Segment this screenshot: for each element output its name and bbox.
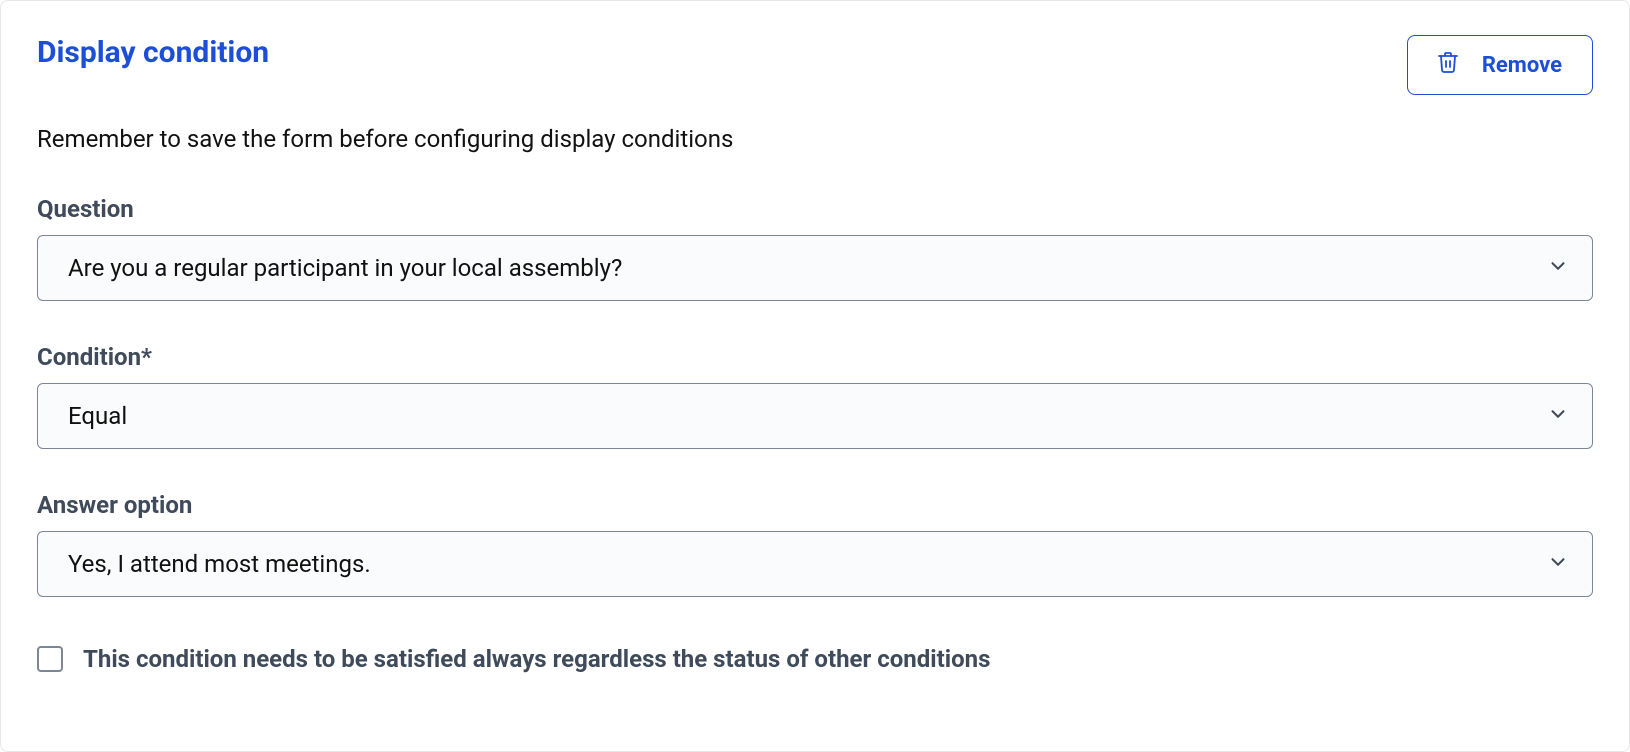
mandatory-checkbox-label[interactable]: This condition needs to be satisfied alw… — [83, 645, 990, 673]
answer-option-label: Answer option — [37, 491, 1593, 519]
mandatory-checkbox-row: This condition needs to be satisfied alw… — [37, 645, 1593, 673]
panel-title: Display condition — [37, 35, 269, 71]
condition-select-value: Equal — [68, 402, 127, 430]
mandatory-checkbox[interactable] — [37, 646, 63, 672]
condition-select[interactable]: Equal — [37, 383, 1593, 449]
answer-option-field-group: Answer option Yes, I attend most meeting… — [37, 491, 1593, 597]
condition-label: Condition* — [37, 343, 1593, 371]
question-select-wrap: Are you a regular participant in your lo… — [37, 235, 1593, 301]
answer-option-select[interactable]: Yes, I attend most meetings. — [37, 531, 1593, 597]
condition-select-wrap: Equal — [37, 383, 1593, 449]
condition-field-group: Condition* Equal — [37, 343, 1593, 449]
panel-header: Display condition Remove — [37, 35, 1593, 95]
trash-icon — [1436, 50, 1460, 80]
display-condition-panel: Display condition Remove Remember to sav… — [0, 0, 1630, 752]
question-select[interactable]: Are you a regular participant in your lo… — [37, 235, 1593, 301]
remove-button[interactable]: Remove — [1407, 35, 1593, 95]
question-field-group: Question Are you a regular participant i… — [37, 195, 1593, 301]
hint-text: Remember to save the form before configu… — [37, 125, 1593, 153]
answer-option-select-value: Yes, I attend most meetings. — [68, 550, 371, 578]
answer-option-select-wrap: Yes, I attend most meetings. — [37, 531, 1593, 597]
remove-button-label: Remove — [1482, 53, 1562, 78]
question-select-value: Are you a regular participant in your lo… — [68, 254, 622, 282]
question-label: Question — [37, 195, 1593, 223]
